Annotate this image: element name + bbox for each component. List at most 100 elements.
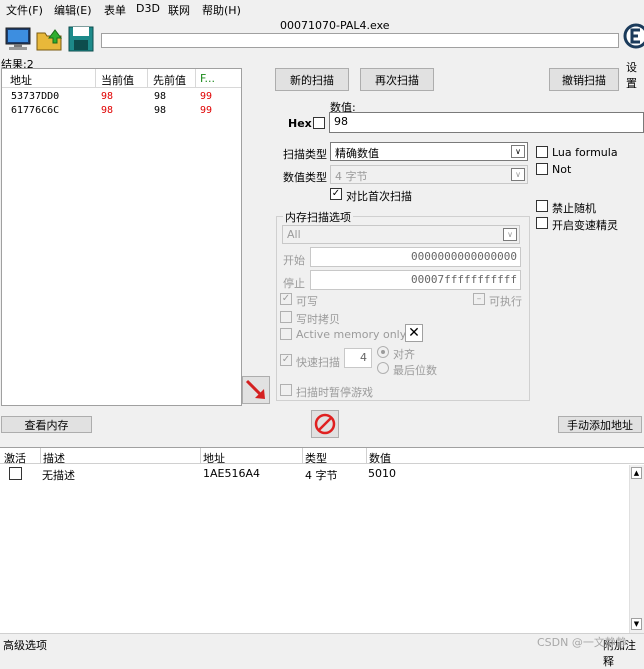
value-input[interactable]: 98 [329,112,644,133]
col-type[interactable]: 类型 [305,450,327,466]
settings-label: 设置 [626,61,637,90]
chevron-down-icon: ∨ [503,228,517,241]
col-active[interactable]: 激活 [4,450,26,466]
select-process-button[interactable] [3,25,33,53]
stop-address-input[interactable]: 00007fffffffffff [310,270,521,290]
menu-help[interactable]: 帮助(H) [202,2,241,18]
new-scan-button[interactable]: 新的扫描 [275,68,349,91]
row-address: 61776C6C [11,105,60,116]
active-checkbox[interactable] [9,467,22,480]
cheat-engine-logo-icon [623,23,644,49]
table-row[interactable]: 61776C6C 98 98 99 [2,104,241,118]
stop-icon [314,413,336,435]
col-value[interactable]: 数值 [369,450,391,466]
settings-button[interactable] [622,20,644,56]
menu-table[interactable]: 表单 [104,2,126,18]
compare-first-checkbox[interactable]: ✓ [330,188,342,200]
stop-button[interactable] [311,410,339,438]
col-description[interactable]: 描述 [43,450,65,466]
add-to-list-button[interactable] [242,376,270,404]
item-value: 5010 [368,467,396,480]
start-address-input[interactable]: 0000000000000000 [310,247,521,267]
row-previous: 98 [154,105,167,116]
save-file-button[interactable] [66,25,96,53]
memory-options-title: 内存扫描选项 [283,209,353,225]
scan-type-value: 精确数值 [335,147,379,160]
scroll-up-icon[interactable]: ▲ [631,467,642,479]
not-checkbox[interactable] [536,163,548,175]
menu-file[interactable]: 文件(F) [6,2,43,18]
watermark: CSDN @一文静静 [537,636,627,649]
results-header: 地址 当前值 先前值 F... [2,69,241,88]
table-row[interactable]: 53737DD0 98 98 99 [2,90,241,104]
stop-label: 停止 [283,277,305,290]
scan-progress-bar [101,33,619,48]
speedhack-label: 开启变速精灵 [552,219,618,232]
results-list[interactable]: 地址 当前值 先前值 F... 53737DD0 98 98 99 61776C… [1,68,242,406]
open-file-button[interactable] [35,25,65,53]
col-previous[interactable]: 先前值 [153,72,186,88]
status-bar: 高级选项 附加注释 CSDN @一文静静 [0,633,644,668]
item-address: 1AE516A4 [203,467,260,480]
not-label: Not [552,163,572,176]
writable-checkbox[interactable]: ✓ [280,293,292,305]
scan-type-select[interactable]: 精确数值 ∨ [330,142,528,161]
writable-label: 可写 [296,295,318,308]
scan-type-label: 扫描类型 [283,148,327,161]
copy-on-write-label: 写时拷贝 [296,313,340,326]
computer-icon [5,27,31,50]
scroll-down-icon[interactable]: ▼ [631,618,642,630]
row-address: 53737DD0 [11,91,60,102]
align-radio[interactable] [377,346,389,358]
value-type-select[interactable]: 4 字节 ∨ [330,165,528,184]
menu-edit[interactable]: 编辑(E) [54,2,92,18]
hex-checkbox[interactable] [313,117,325,129]
undo-scan-button[interactable]: 撤销扫描 [549,68,619,91]
vertical-scrollbar[interactable]: ▲ ▼ [629,465,644,633]
speedhack-checkbox[interactable] [536,217,548,229]
memory-region-select[interactable]: All ∨ [282,225,520,244]
col-address[interactable]: 地址 [10,72,32,88]
row-current: 98 [101,91,114,102]
menu-network[interactable]: 联网 [168,2,190,18]
row-first: 99 [200,91,213,102]
col-current[interactable]: 当前值 [101,72,134,88]
address-list[interactable]: 激活 描述 地址 类型 数值 无描述 1AE516A4 4 字节 5010 ▲ … [0,447,644,633]
window-title: 00071070-PAL4.exe [280,19,390,32]
lua-formula-label: Lua formula [552,146,618,159]
col-address[interactable]: 地址 [203,450,225,466]
chevron-down-icon: ∨ [511,168,525,181]
last-digits-radio[interactable] [377,362,389,374]
lua-formula-checkbox[interactable] [536,146,548,158]
fast-scan-checkbox[interactable]: ✓ [280,354,292,366]
active-memory-checkbox[interactable] [280,328,292,340]
value-type-value: 4 字节 [335,170,368,183]
view-memory-button[interactable]: 查看内存 [1,416,92,433]
fast-scan-input[interactable]: 4 [344,348,372,368]
list-item[interactable]: 无描述 1AE516A4 4 字节 5010 [0,465,630,482]
close-x-icon[interactable]: ✕ [405,324,423,342]
row-current: 98 [101,105,114,116]
row-previous: 98 [154,91,167,102]
next-scan-button[interactable]: 再次扫描 [360,68,434,91]
menu-d3d[interactable]: D3D [136,2,160,15]
copy-on-write-checkbox[interactable] [280,311,292,323]
start-label: 开始 [283,254,305,267]
item-description: 无描述 [42,469,75,482]
pause-game-checkbox[interactable] [280,384,292,396]
memory-region-value: All [287,228,301,241]
chevron-down-icon: ∨ [511,145,525,158]
no-random-checkbox[interactable] [536,200,548,212]
item-type: 4 字节 [305,469,338,482]
col-first[interactable]: F... [200,72,215,85]
align-label: 对齐 [393,348,415,361]
save-disk-icon [68,26,94,52]
active-memory-label: Active memory only [296,328,407,341]
executable-checkbox[interactable]: – [473,293,485,305]
menu-bar: 文件(F) 编辑(E) 表单 D3D 联网 帮助(H) [0,0,644,18]
add-address-button[interactable]: 手动添加地址 [558,416,642,433]
executable-label: 可执行 [489,295,522,308]
last-digits-label: 最后位数 [393,364,437,377]
hex-label: Hex [288,117,312,130]
no-random-label: 禁止随机 [552,202,596,215]
